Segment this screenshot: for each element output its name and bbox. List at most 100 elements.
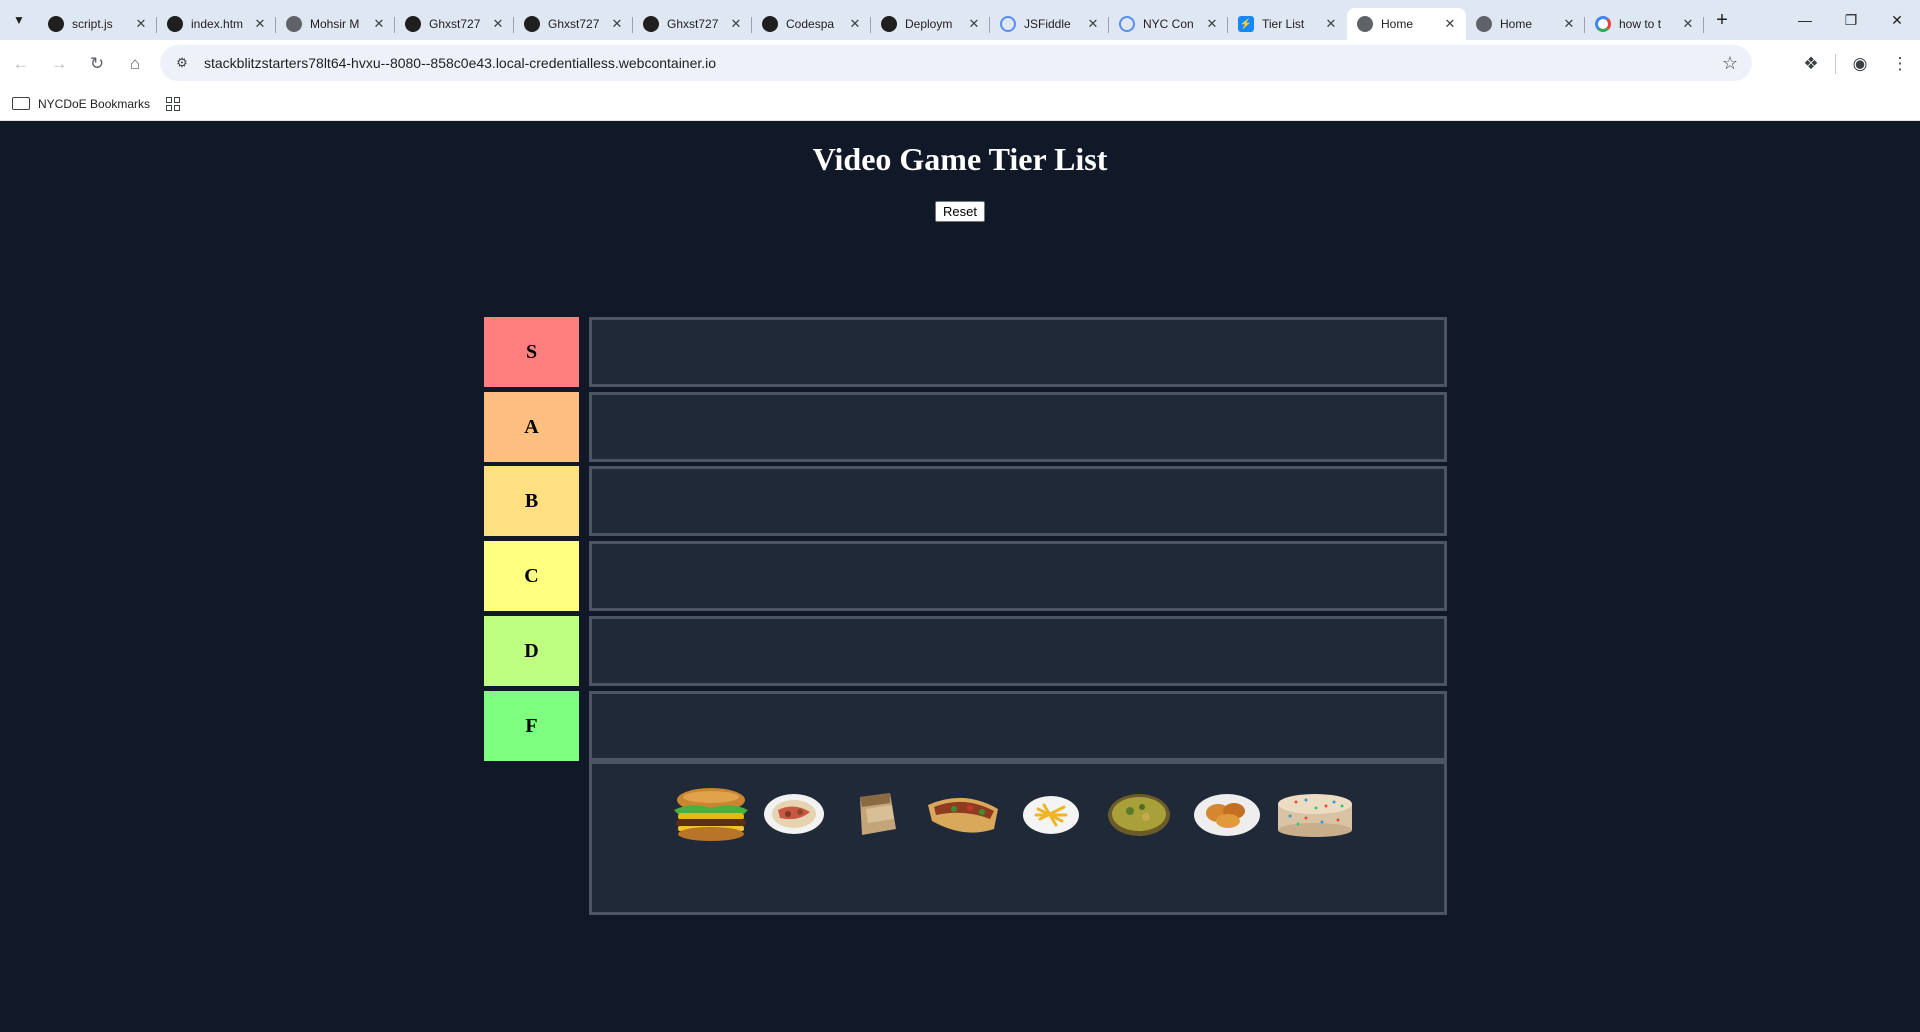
minimize-button[interactable]: — — [1782, 0, 1828, 40]
tier-label-a: A — [484, 392, 579, 462]
reset-button[interactable]: Reset — [935, 201, 985, 222]
new-tab-button[interactable]: + — [1704, 0, 1740, 40]
github-icon — [167, 16, 183, 32]
page-title: Video Game Tier List — [812, 141, 1108, 177]
browser-tab[interactable]: Ghxst727 ✕ — [633, 8, 752, 40]
url-text[interactable]: stackblitzstarters78lt64-hvxu--8080--858… — [204, 55, 716, 71]
close-icon[interactable]: ✕ — [371, 16, 387, 32]
menu-kebab-icon[interactable]: ⋮ — [1880, 54, 1920, 74]
tier-dropzone-c[interactable] — [589, 541, 1447, 611]
bookmark-star-icon[interactable]: ☆ — [1722, 53, 1738, 74]
home-icon: ⌂ — [129, 53, 141, 73]
browser-tab[interactable]: ⚡ Tier List ✕ — [1228, 8, 1347, 40]
browser-tabstrip: ▼ script.js ✕ index.htm ✕ Mohsir M ✕ Ghxst7… — [0, 0, 1920, 40]
browser-tab[interactable]: script.js ✕ — [38, 8, 157, 40]
github-icon — [48, 16, 64, 32]
tab-title: Ghxst727 — [548, 17, 600, 31]
browser-tab[interactable]: Codespa ✕ — [752, 8, 871, 40]
tab-title: Mohsir M — [310, 17, 360, 31]
window-controls: — ❐ ✕ — [1782, 0, 1920, 40]
tier-dropzone-b[interactable] — [589, 466, 1447, 536]
close-icon: ✕ — [1891, 11, 1903, 28]
bookmark-folder-nycdoe[interactable]: NYCDoE Bookmarks — [38, 97, 150, 111]
forward-button[interactable]: → — [42, 47, 76, 81]
minimize-icon: — — [1798, 12, 1812, 28]
pool-items — [670, 784, 1364, 844]
toolbar-divider — [1835, 53, 1836, 74]
tier-row-a: A — [484, 392, 1447, 462]
close-window-button[interactable]: ✕ — [1874, 0, 1920, 40]
tab-title: Ghxst727 — [429, 17, 481, 31]
wrap-image[interactable] — [836, 789, 914, 839]
restore-button[interactable]: ❐ — [1828, 0, 1874, 40]
close-icon[interactable]: ✕ — [1323, 16, 1339, 32]
browser-tab[interactable]: Ghxst727 ✕ — [514, 8, 633, 40]
tier-row-b: B — [484, 466, 1447, 536]
close-icon[interactable]: ✕ — [847, 16, 863, 32]
tab-title: Ghxst727 — [667, 17, 719, 31]
burger-image[interactable] — [670, 786, 752, 842]
shawarma-image[interactable] — [924, 789, 1002, 839]
sprinkle-cake-image[interactable] — [1276, 790, 1354, 838]
tab-title: Codespa — [786, 17, 835, 31]
close-icon[interactable]: ✕ — [609, 16, 625, 32]
tier-dropzone-a[interactable] — [589, 392, 1447, 462]
tab-search-button[interactable]: ▼ — [0, 0, 38, 40]
google-icon — [1595, 16, 1611, 32]
reload-button[interactable]: ↻ — [80, 47, 114, 81]
close-icon[interactable]: ✕ — [966, 16, 982, 32]
reload-icon: ↻ — [89, 53, 105, 73]
tier-label-d: D — [484, 616, 579, 686]
close-icon[interactable]: ✕ — [490, 16, 506, 32]
browser-tab[interactable]: how to t ✕ — [1585, 8, 1704, 40]
close-icon[interactable]: ✕ — [1680, 16, 1696, 32]
tier-row-f: F — [484, 691, 1447, 761]
close-icon[interactable]: ✕ — [1085, 16, 1101, 32]
apps-grid-icon[interactable] — [166, 96, 181, 111]
github-icon — [762, 16, 778, 32]
fried-chicken-image[interactable] — [1188, 791, 1266, 837]
browser-tab[interactable]: Home ✕ — [1466, 8, 1585, 40]
github-icon — [881, 16, 897, 32]
back-button[interactable]: ← — [4, 47, 38, 81]
rice-plate-image[interactable] — [762, 792, 826, 836]
tab-title: Deploym — [905, 17, 953, 31]
tab-title: Home — [1500, 17, 1533, 31]
site-settings-icon[interactable]: ⚙ — [170, 55, 194, 71]
tier-dropzone-d[interactable] — [589, 616, 1447, 686]
close-icon[interactable]: ✕ — [133, 16, 149, 32]
extensions-icon[interactable]: ❖ — [1791, 54, 1831, 74]
globe-icon — [1476, 16, 1492, 32]
github-icon — [643, 16, 659, 32]
tab-title: Home — [1381, 17, 1414, 31]
tier-label-c: C — [484, 541, 579, 611]
arrow-right-icon: → — [50, 53, 68, 73]
browser-tab[interactable]: Mohsir M ✕ — [276, 8, 395, 40]
close-icon[interactable]: ✕ — [1204, 16, 1220, 32]
browser-tab[interactable]: Ghxst727 ✕ — [395, 8, 514, 40]
close-icon[interactable]: ✕ — [1561, 16, 1577, 32]
browser-tab[interactable]: JSFiddle ✕ — [990, 8, 1109, 40]
tab-title: index.htm — [191, 17, 244, 31]
browser-tab[interactable]: Deploym ✕ — [871, 8, 990, 40]
tier-dropzone-s[interactable] — [589, 317, 1447, 387]
browser-tab-active[interactable]: Home ✕ — [1347, 8, 1466, 40]
tier-dropzone-f[interactable] — [589, 691, 1447, 761]
fries-plate-image[interactable] — [1012, 791, 1090, 837]
close-icon[interactable]: ✕ — [252, 16, 268, 32]
unranked-pool[interactable] — [589, 761, 1447, 915]
curry-bowl-image[interactable] — [1100, 791, 1178, 837]
profile-icon[interactable]: ◉ — [1840, 54, 1880, 74]
cloud-icon — [1119, 16, 1135, 32]
folder-icon — [12, 97, 30, 110]
home-button[interactable]: ⌂ — [118, 47, 152, 81]
tab-title: how to t — [1619, 17, 1662, 31]
tab-title: JSFiddle — [1024, 17, 1071, 31]
browser-tab[interactable]: index.htm ✕ — [157, 8, 276, 40]
close-icon[interactable]: ✕ — [728, 16, 744, 32]
tier-label-b: B — [484, 466, 579, 536]
browser-tab[interactable]: NYC Con ✕ — [1109, 8, 1228, 40]
address-bar[interactable]: ⚙ stackblitzstarters78lt64-hvxu--8080--8… — [160, 45, 1752, 81]
close-icon[interactable]: ✕ — [1442, 16, 1458, 32]
chevron-down-icon: ▼ — [13, 13, 25, 27]
